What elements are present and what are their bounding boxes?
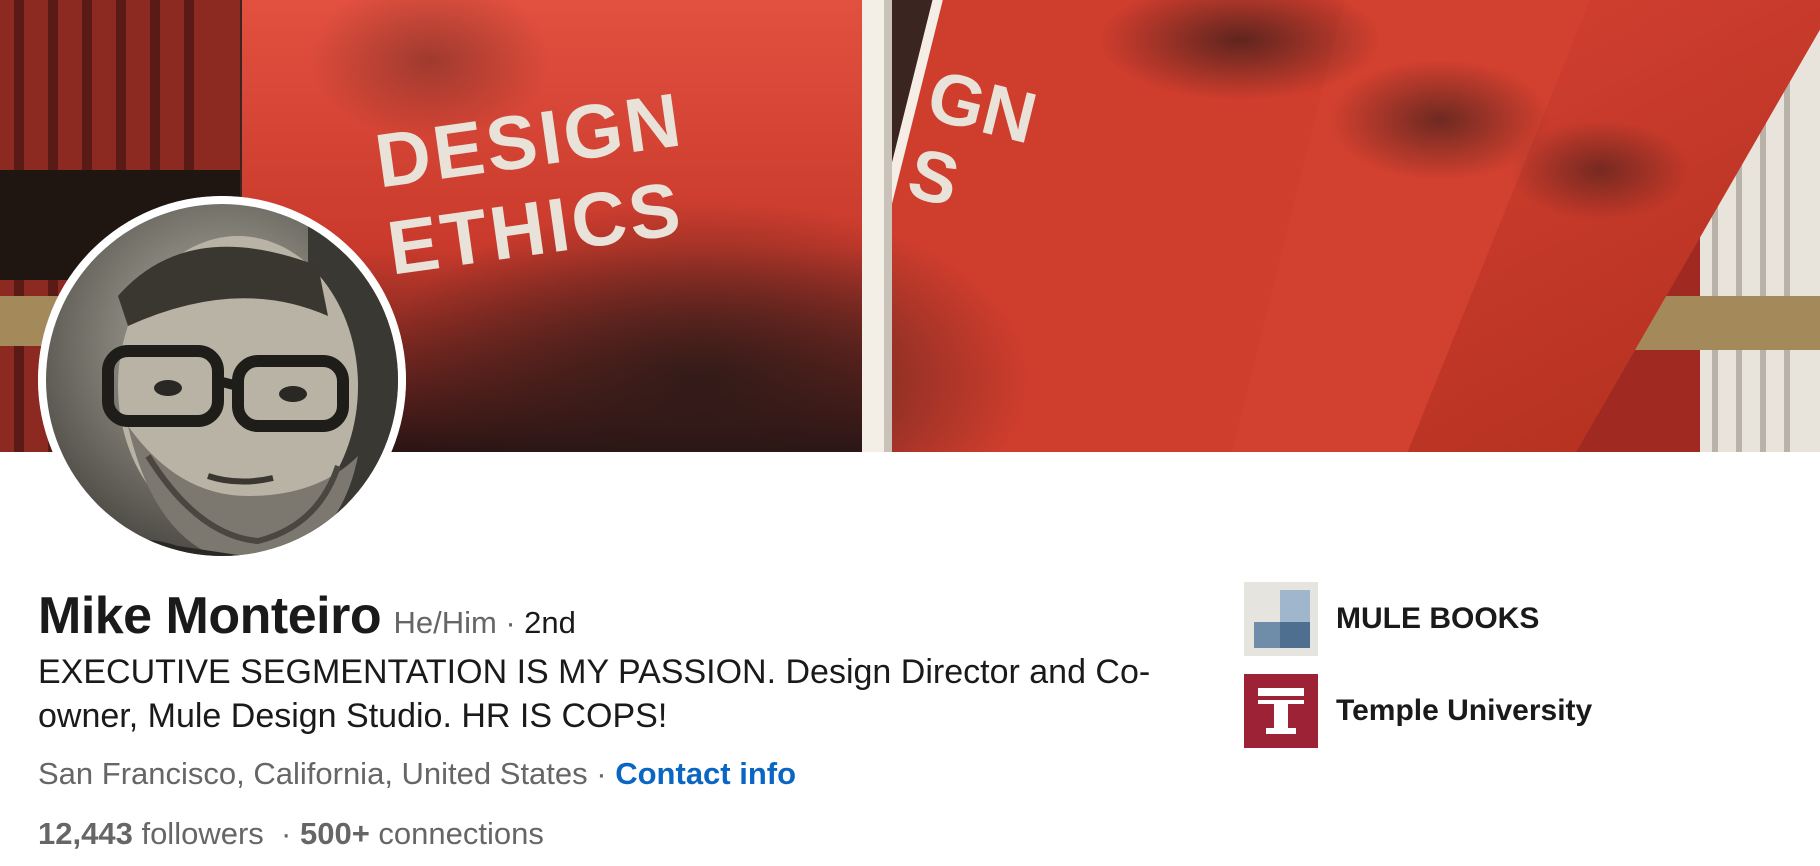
followers-label: followers xyxy=(141,816,264,851)
org-name: Temple University xyxy=(1336,694,1593,727)
location-row: San Francisco, California, United States… xyxy=(38,756,796,792)
profile-avatar[interactable] xyxy=(38,196,406,564)
connections-label: connections xyxy=(378,816,544,851)
separator-dot: · xyxy=(596,756,607,791)
connection-degree: 2nd xyxy=(524,605,576,640)
profile-pronouns: He/Him xyxy=(393,605,497,640)
stats-row: 12,443 followers · 500+ connections xyxy=(38,816,544,852)
org-mule-books[interactable]: MULE BOOKS xyxy=(1244,582,1539,656)
name-row: Mike Monteiro He/Him · 2nd xyxy=(38,586,576,646)
separator-dot: · xyxy=(505,605,516,640)
profile-headline: EXECUTIVE SEGMENTATION IS MY PASSION. De… xyxy=(38,653,1151,735)
profile-location: San Francisco, California, United States xyxy=(38,756,588,791)
separator-dot: · xyxy=(281,816,292,851)
followers-link[interactable]: 12,443 followers xyxy=(38,816,264,851)
profile-name: Mike Monteiro xyxy=(38,587,382,645)
mule-books-logo-icon xyxy=(1244,582,1318,656)
temple-university-logo-icon xyxy=(1244,674,1318,748)
org-name: MULE BOOKS xyxy=(1336,602,1540,635)
connections-link[interactable]: 500+ connections xyxy=(300,816,544,851)
org-temple-university[interactable]: Temple University xyxy=(1244,674,1592,748)
connections-count: 500+ xyxy=(299,816,370,851)
contact-info-link[interactable]: Contact info xyxy=(615,756,796,791)
followers-count: 12,443 xyxy=(38,816,133,851)
